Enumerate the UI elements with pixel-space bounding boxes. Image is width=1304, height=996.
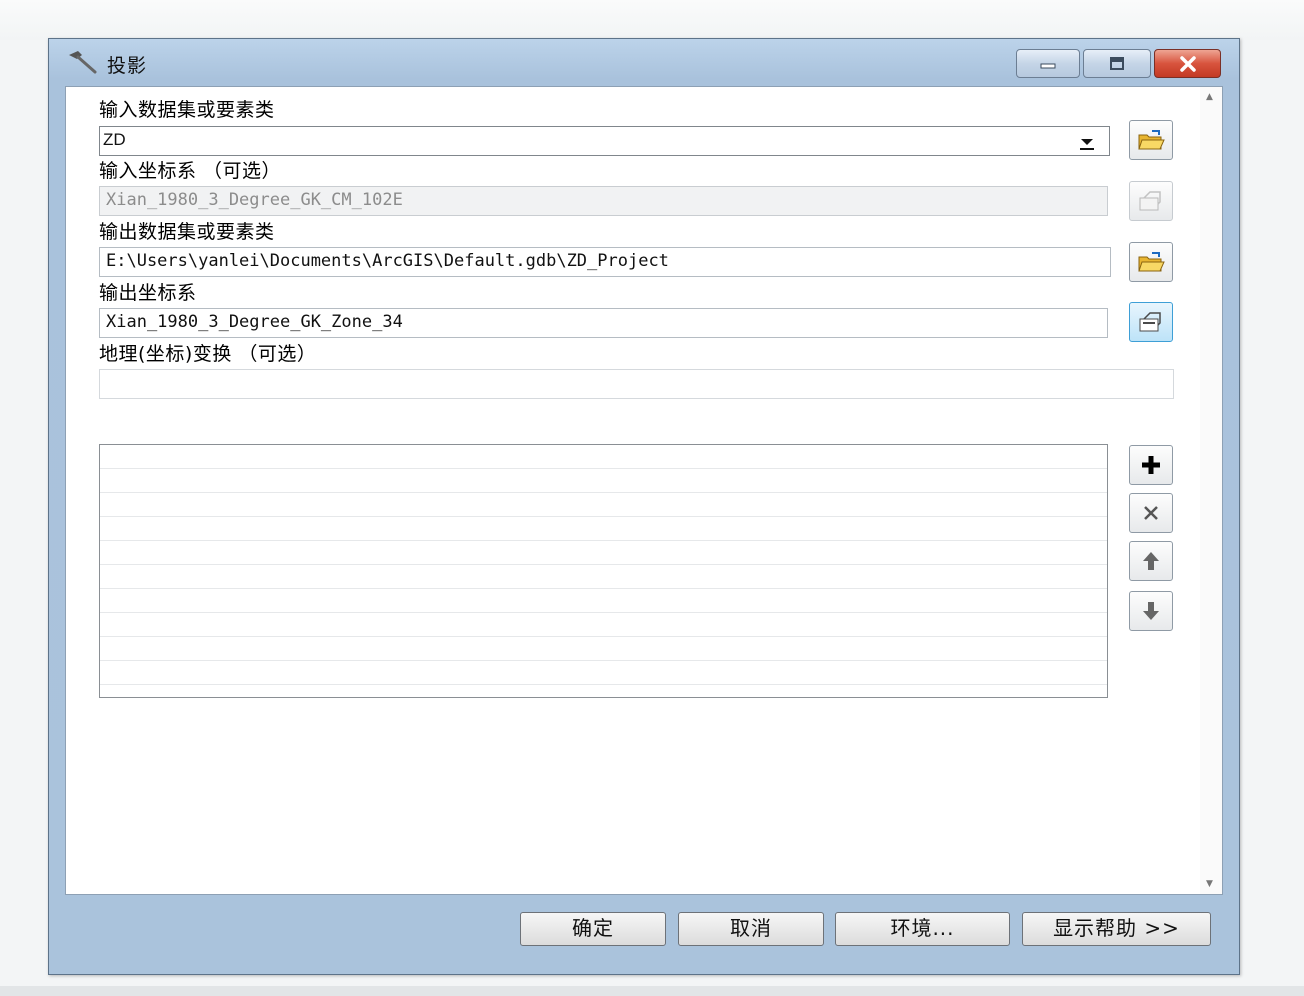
list-row[interactable] bbox=[100, 589, 1107, 613]
list-row[interactable] bbox=[100, 637, 1107, 661]
output-dataset-field[interactable]: E:\Users\yanlei\Documents\ArcGIS\Default… bbox=[99, 247, 1111, 277]
scroll-down-icon[interactable]: ▼ bbox=[1206, 879, 1213, 889]
output-coord-system-label: 输出坐标系 bbox=[99, 282, 197, 304]
scroll-up-icon[interactable]: ▲ bbox=[1206, 92, 1213, 102]
input-coord-system-label: 输入坐标系 （可选） bbox=[99, 160, 282, 182]
chevron-down-icon[interactable] bbox=[1077, 137, 1097, 151]
list-row[interactable] bbox=[100, 517, 1107, 541]
move-down-icon bbox=[1143, 602, 1159, 620]
input-coord-system-properties-button bbox=[1129, 181, 1173, 221]
list-row[interactable] bbox=[100, 493, 1107, 517]
transformation-list[interactable] bbox=[99, 444, 1108, 698]
add-icon bbox=[1142, 456, 1160, 474]
input-coord-system-field: Xian_1980_3_Degree_GK_CM_102E bbox=[99, 186, 1108, 216]
browse-input-button[interactable] bbox=[1129, 120, 1173, 160]
move-up-icon bbox=[1143, 552, 1159, 570]
background-top bbox=[0, 0, 1304, 40]
close-button[interactable] bbox=[1154, 49, 1221, 78]
ok-button[interactable]: 确定 bbox=[520, 912, 666, 946]
minimize-icon bbox=[1040, 63, 1056, 68]
hammer-icon bbox=[69, 51, 97, 74]
output-coord-system-field[interactable]: Xian_1980_3_Degree_GK_Zone_34 bbox=[99, 308, 1108, 338]
geo-transform-label: 地理(坐标)变换 （可选） bbox=[99, 343, 317, 365]
input-dataset-value: ZD bbox=[103, 130, 126, 149]
title-bar[interactable]: 投影 bbox=[49, 39, 1239, 83]
input-dataset-label: 输入数据集或要素类 bbox=[99, 99, 275, 121]
remove-row-button[interactable] bbox=[1129, 493, 1173, 533]
output-dataset-label: 输出数据集或要素类 bbox=[99, 221, 275, 243]
properties-icon bbox=[1139, 312, 1161, 332]
background-bottom-bar bbox=[0, 986, 1304, 996]
project-tool-dialog: 投影 ▲ ▼ 输入数据集或要素类 ZD 输入坐标系 （可选） Xian_1980… bbox=[48, 38, 1240, 975]
cancel-button[interactable]: 取消 bbox=[678, 912, 824, 946]
output-coord-system-properties-button[interactable] bbox=[1129, 302, 1173, 342]
maximize-button[interactable] bbox=[1083, 49, 1151, 78]
add-row-button[interactable] bbox=[1129, 445, 1173, 485]
move-down-button[interactable] bbox=[1129, 591, 1173, 631]
list-row[interactable] bbox=[100, 565, 1107, 589]
list-row[interactable] bbox=[100, 469, 1107, 493]
input-dataset-combo[interactable]: ZD bbox=[99, 126, 1110, 156]
vertical-scrollbar[interactable]: ▲ ▼ bbox=[1200, 87, 1222, 894]
list-row[interactable] bbox=[100, 661, 1107, 685]
browse-output-button[interactable] bbox=[1129, 242, 1173, 282]
list-row[interactable] bbox=[100, 613, 1107, 637]
geo-transform-field[interactable] bbox=[99, 369, 1174, 399]
window-title: 投影 bbox=[107, 55, 148, 77]
open-folder-icon bbox=[1138, 130, 1165, 150]
move-up-button[interactable] bbox=[1129, 541, 1173, 581]
close-icon bbox=[1179, 55, 1196, 72]
show-help-button[interactable]: 显示帮助 >> bbox=[1022, 912, 1211, 946]
open-folder-icon bbox=[1138, 252, 1165, 272]
list-row[interactable] bbox=[100, 541, 1107, 565]
list-row[interactable] bbox=[100, 445, 1107, 469]
maximize-icon bbox=[1110, 56, 1124, 70]
properties-icon bbox=[1139, 191, 1161, 211]
dialog-body: ▲ ▼ 输入数据集或要素类 ZD 输入坐标系 （可选） Xian_1980_3_… bbox=[65, 86, 1223, 895]
environments-button[interactable]: 环境... bbox=[835, 912, 1010, 946]
minimize-button[interactable] bbox=[1016, 49, 1080, 78]
remove-icon bbox=[1144, 506, 1158, 520]
